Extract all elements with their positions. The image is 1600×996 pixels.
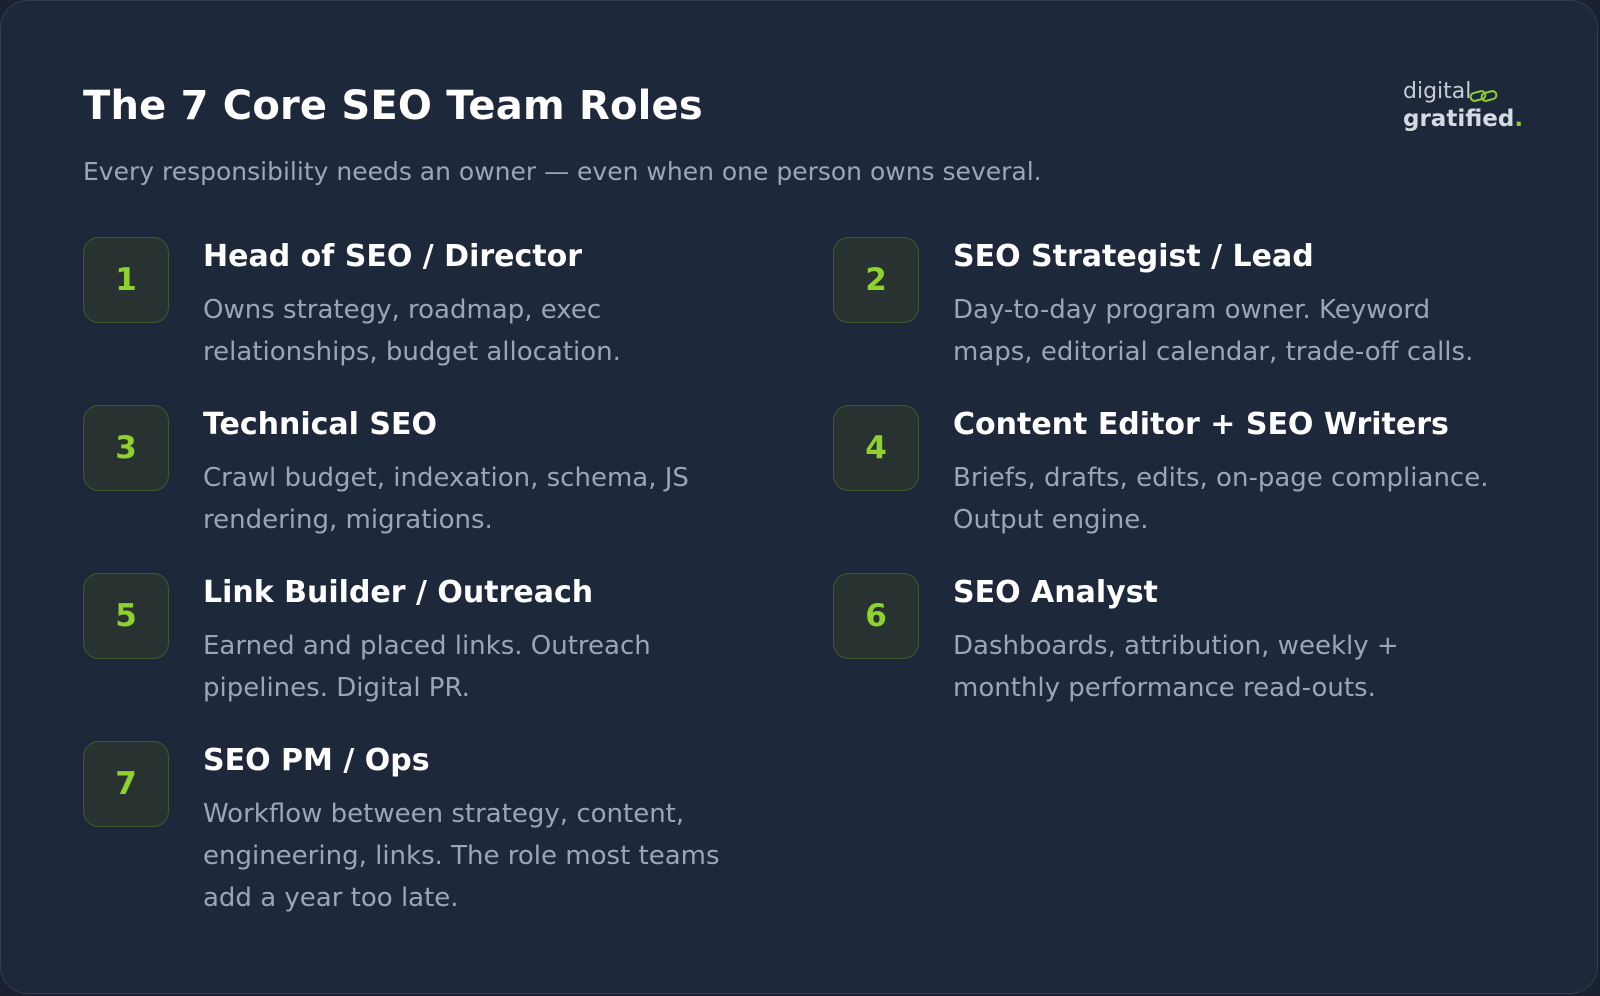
page-title: The 7 Core SEO Team Roles — [83, 83, 703, 129]
role-number-badge: 5 — [83, 573, 169, 659]
role-description: Earned and placed links. Outreach pipeli… — [203, 631, 651, 703]
brand-logo: digital gratified. — [1403, 79, 1523, 137]
logo-text-top: digital — [1403, 79, 1472, 104]
role-title: SEO PM / Ops — [203, 743, 430, 778]
role-title: SEO Strategist / Lead — [953, 239, 1314, 274]
roles-card: The 7 Core SEO Team Roles Every responsi… — [0, 0, 1598, 994]
role-title: Head of SEO / Director — [203, 239, 583, 274]
role-description: Day-to-day program owner. Keyword maps, … — [953, 295, 1474, 367]
page-subtitle: Every responsibility needs an owner — ev… — [83, 157, 1042, 186]
role-description: Dashboards, attribution, weekly + monthl… — [953, 631, 1399, 703]
role-number-badge: 7 — [83, 741, 169, 827]
role-description: Briefs, drafts, edits, on-page complianc… — [953, 463, 1489, 535]
role-title: Technical SEO — [203, 407, 437, 442]
role-number-badge: 1 — [83, 237, 169, 323]
role-number-badge: 4 — [833, 405, 919, 491]
chain-link-icon — [1469, 90, 1498, 102]
logo-dot: . — [1514, 106, 1524, 132]
role-description: Crawl budget, indexation, schema, JS ren… — [203, 463, 689, 535]
logo-text-bottom: gratified. — [1403, 108, 1523, 131]
role-title: Content Editor + SEO Writers — [953, 407, 1449, 442]
role-number-badge: 3 — [83, 405, 169, 491]
role-title: Link Builder / Outreach — [203, 575, 594, 610]
logo-wordmark: gratified — [1403, 106, 1515, 132]
role-number-badge: 6 — [833, 573, 919, 659]
role-number-badge: 2 — [833, 237, 919, 323]
role-description: Owns strategy, roadmap, exec relationshi… — [203, 295, 621, 367]
role-title: SEO Analyst — [953, 575, 1158, 610]
role-description: Workflow between strategy, content, engi… — [203, 799, 720, 913]
